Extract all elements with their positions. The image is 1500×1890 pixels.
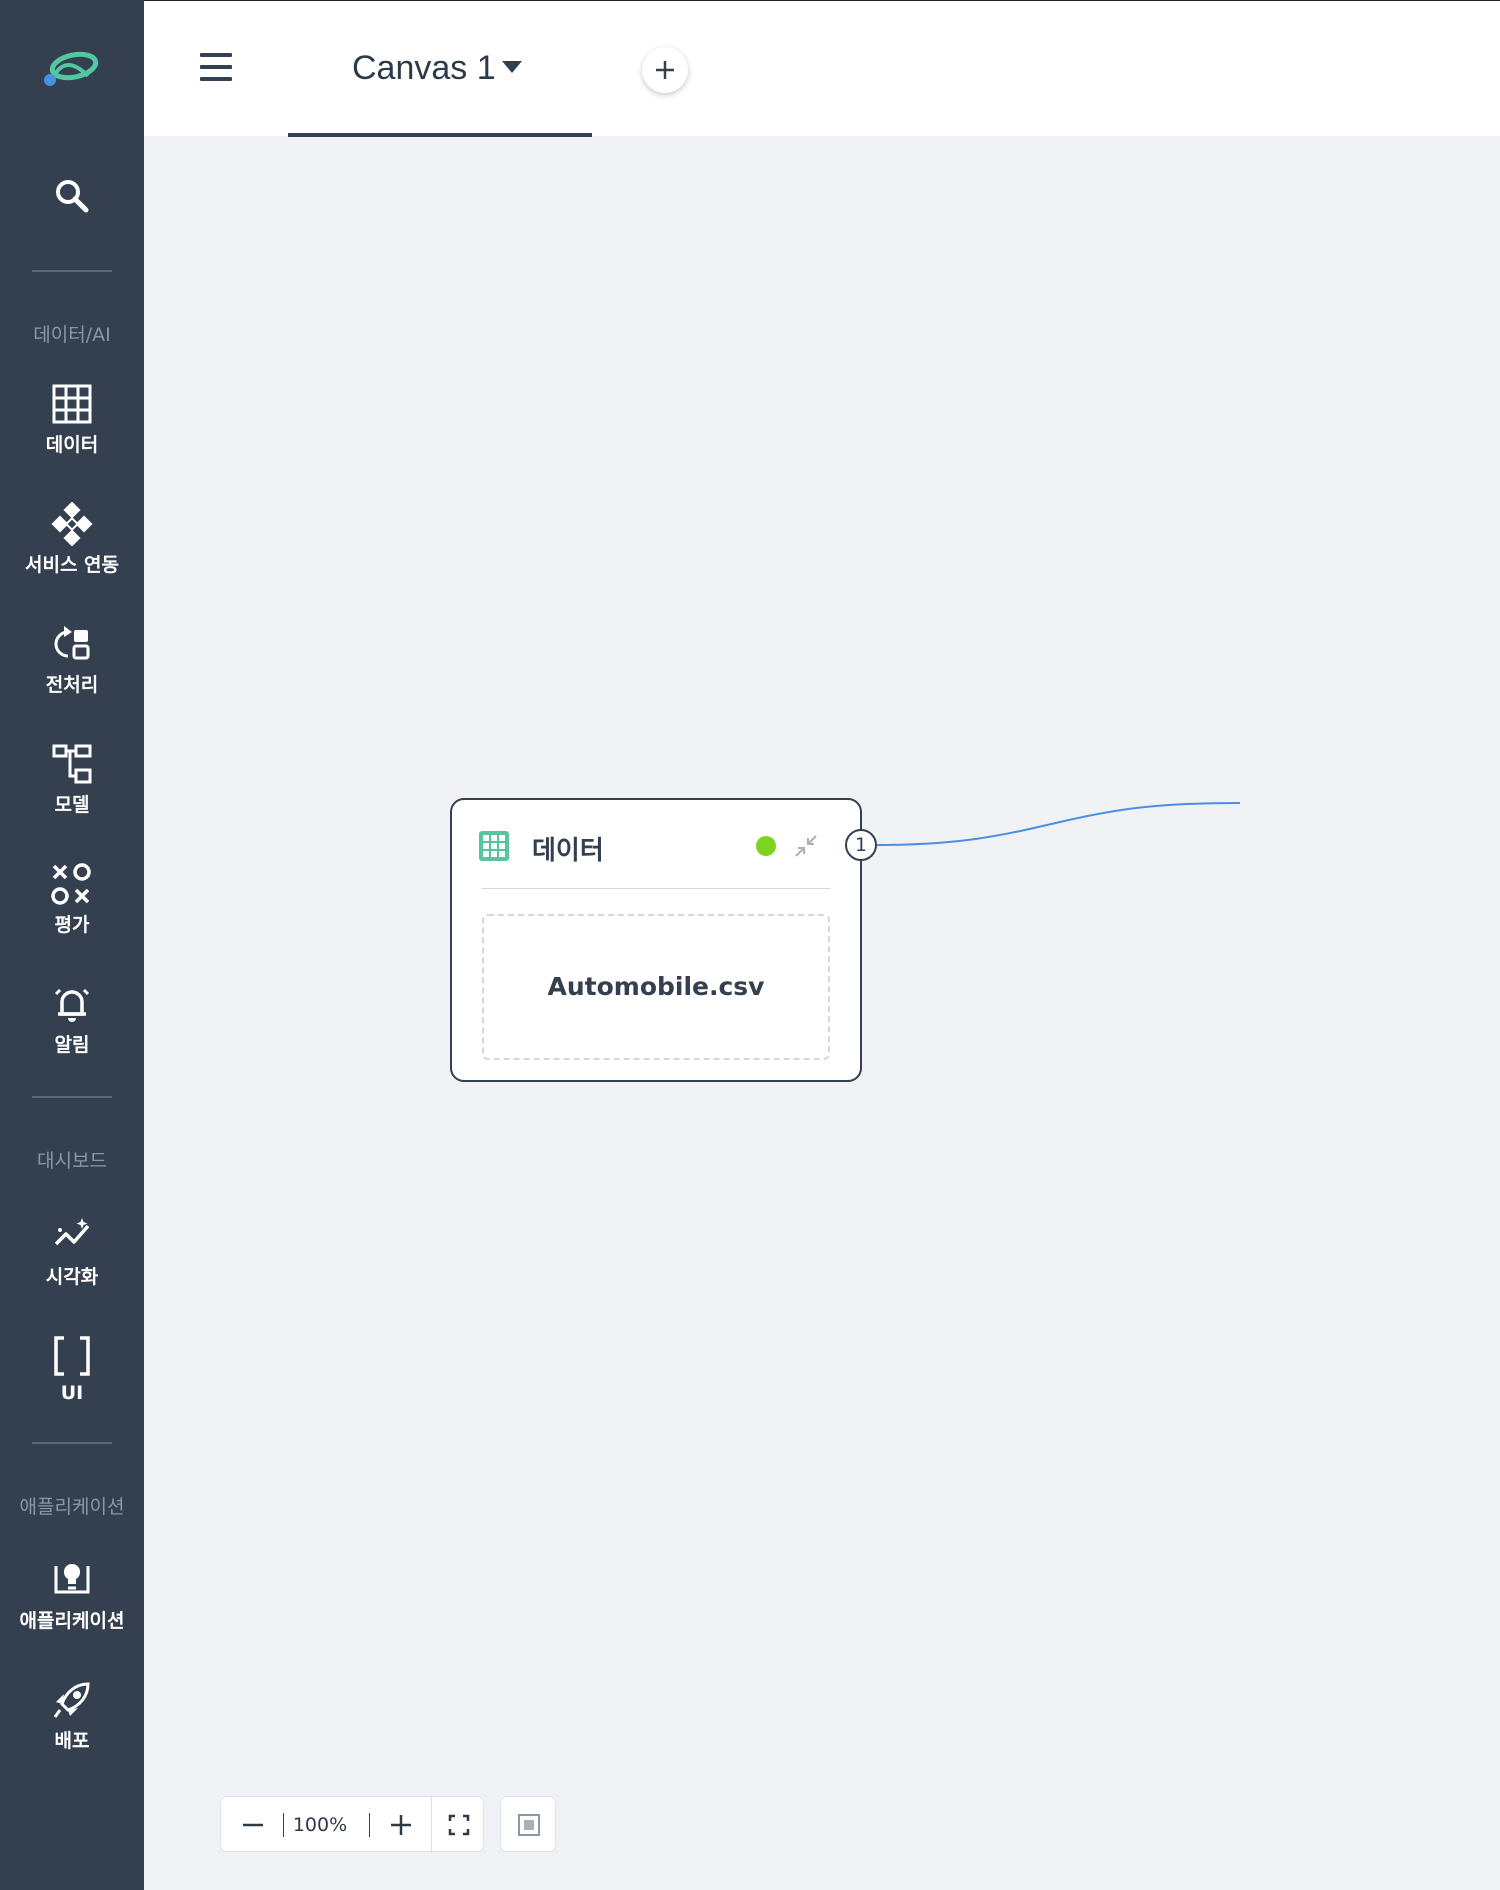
- fit-screen-button[interactable]: [431, 1797, 485, 1853]
- zoom-in-button[interactable]: [371, 1797, 431, 1853]
- collapse-arrows-icon[interactable]: [792, 832, 820, 860]
- node-divider: [482, 888, 830, 889]
- plus-icon: [391, 1815, 411, 1835]
- minus-icon: [243, 1823, 263, 1827]
- status-dot: [756, 836, 776, 856]
- data-node[interactable]: 데이터 Automobile.csv: [450, 798, 862, 1082]
- zoom-controls: 100%: [220, 1796, 485, 1853]
- file-drop-area[interactable]: Automobile.csv: [482, 914, 830, 1060]
- fit-screen-icon: [448, 1814, 470, 1836]
- zoom-level: 100%: [292, 1814, 348, 1836]
- zoom-separator: [283, 1813, 284, 1837]
- minimap-icon: [518, 1814, 540, 1836]
- output-port[interactable]: 1: [845, 829, 877, 861]
- zoom-separator: [369, 1813, 370, 1837]
- node-title: 데이터: [532, 836, 604, 866]
- file-name: Automobile.csv: [547, 972, 765, 1001]
- zoom-out-button[interactable]: [221, 1797, 283, 1853]
- minimap-button[interactable]: [500, 1796, 556, 1852]
- table-grid-icon: [479, 831, 509, 861]
